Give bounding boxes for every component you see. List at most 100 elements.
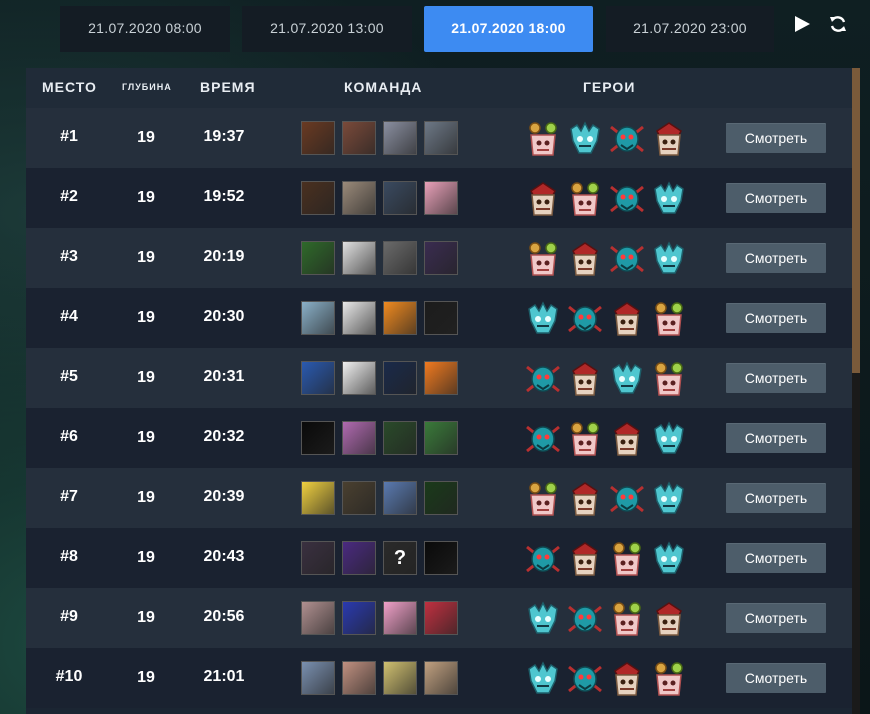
scrollbar-thumb[interactable] xyxy=(852,68,860,373)
player-avatar[interactable] xyxy=(383,661,417,695)
table-row: #2 19 19:52 Смотреть xyxy=(26,168,852,228)
header-heroes: ГЕРОИ xyxy=(583,79,636,95)
table-row: #5 19 20:31 Смотреть xyxy=(26,348,852,408)
table-row: #4 19 20:30 Смотреть xyxy=(26,288,852,348)
tab-date-3[interactable]: 21.07.2020 18:00 xyxy=(424,6,593,52)
shaman-icon xyxy=(649,359,689,399)
player-avatar[interactable] xyxy=(383,481,417,515)
player-avatar[interactable] xyxy=(301,361,335,395)
player-avatar[interactable] xyxy=(383,241,417,275)
player-avatar[interactable] xyxy=(424,361,458,395)
player-avatar[interactable] xyxy=(424,241,458,275)
table-row: #8 19 20:43? Смотреть xyxy=(26,528,852,588)
table-row: #3 19 20:19 Смотреть xyxy=(26,228,852,288)
refresh-icon[interactable] xyxy=(828,14,848,34)
shaman-icon xyxy=(523,479,563,519)
lich-icon xyxy=(649,179,689,219)
spider-icon xyxy=(565,599,605,639)
scrollbar[interactable] xyxy=(852,68,860,714)
player-avatar[interactable] xyxy=(424,421,458,455)
player-avatar[interactable] xyxy=(301,241,335,275)
player-avatar[interactable] xyxy=(342,601,376,635)
player-avatar[interactable] xyxy=(301,601,335,635)
header-place: МЕСТО xyxy=(42,79,97,95)
time-cell: 20:19 xyxy=(203,248,245,265)
depth-cell: 19 xyxy=(137,309,155,326)
header-team: КОМАНДА xyxy=(344,79,423,95)
player-avatar[interactable] xyxy=(342,481,376,515)
player-avatar[interactable] xyxy=(342,541,376,575)
watch-button[interactable]: Смотреть xyxy=(726,123,826,153)
player-avatar[interactable] xyxy=(383,301,417,335)
watch-button[interactable]: Смотреть xyxy=(726,183,826,213)
place-cell: #2 xyxy=(60,188,78,205)
unknown-avatar-icon: ? xyxy=(393,547,407,569)
player-avatar[interactable] xyxy=(301,301,335,335)
header-time: ВРЕМЯ xyxy=(200,79,256,95)
shaman-red-icon xyxy=(607,659,647,699)
player-avatar[interactable] xyxy=(424,301,458,335)
tab-date-2[interactable]: 21.07.2020 13:00 xyxy=(242,6,412,52)
spider-icon xyxy=(607,119,647,159)
player-avatar[interactable] xyxy=(424,481,458,515)
time-cell: 20:32 xyxy=(203,428,245,445)
player-avatar[interactable] xyxy=(342,421,376,455)
player-avatar[interactable] xyxy=(424,541,458,575)
time-cell: 21:01 xyxy=(203,668,245,685)
player-avatar[interactable] xyxy=(342,121,376,155)
player-avatar[interactable] xyxy=(342,361,376,395)
lich-icon xyxy=(649,419,689,459)
shaman-red-icon xyxy=(649,119,689,159)
player-avatar[interactable] xyxy=(301,661,335,695)
player-avatar[interactable] xyxy=(383,181,417,215)
player-avatar[interactable] xyxy=(301,481,335,515)
depth-cell: 19 xyxy=(137,129,155,146)
player-avatar[interactable] xyxy=(424,181,458,215)
table-row: #7 19 20:39 Смотреть xyxy=(26,468,852,528)
shaman-red-icon xyxy=(565,479,605,519)
player-avatar[interactable] xyxy=(301,181,335,215)
player-avatar[interactable] xyxy=(342,301,376,335)
spider-icon xyxy=(523,419,563,459)
watch-button[interactable]: Смотреть xyxy=(726,243,826,273)
header-depth: ГЛУБИНА xyxy=(122,82,172,92)
time-cell: 20:30 xyxy=(203,308,245,325)
player-avatar[interactable] xyxy=(383,421,417,455)
watch-button[interactable]: Смотреть xyxy=(726,423,826,453)
tab-date-1[interactable]: 21.07.2020 08:00 xyxy=(60,6,230,52)
place-cell: #10 xyxy=(55,668,83,685)
depth-cell: 19 xyxy=(137,429,155,446)
play-icon[interactable] xyxy=(792,14,812,34)
player-avatar[interactable] xyxy=(342,241,376,275)
player-avatar[interactable] xyxy=(342,181,376,215)
player-avatar[interactable] xyxy=(383,361,417,395)
watch-button[interactable]: Смотреть xyxy=(726,543,826,573)
time-cell: 19:52 xyxy=(203,188,245,205)
watch-button[interactable]: Смотреть xyxy=(726,603,826,633)
player-avatar[interactable]: ? xyxy=(383,541,417,575)
table-row: #1 19 19:37 Смотреть xyxy=(26,108,852,168)
watch-button[interactable]: Смотреть xyxy=(726,483,826,513)
player-avatar[interactable] xyxy=(342,661,376,695)
depth-cell: 19 xyxy=(137,489,155,506)
table-row: #6 19 20:32 Смотреть xyxy=(26,408,852,468)
player-avatar[interactable] xyxy=(424,661,458,695)
depth-cell: 19 xyxy=(137,249,155,266)
player-avatar[interactable] xyxy=(301,421,335,455)
time-cell: 19:37 xyxy=(203,128,245,145)
player-avatar[interactable] xyxy=(424,121,458,155)
lich-icon xyxy=(649,539,689,579)
lich-icon xyxy=(607,359,647,399)
player-avatar[interactable] xyxy=(301,121,335,155)
tab-date-4[interactable]: 21.07.2020 23:00 xyxy=(606,6,774,52)
player-avatar[interactable] xyxy=(424,601,458,635)
watch-button[interactable]: Смотреть xyxy=(726,303,826,333)
shaman-red-icon xyxy=(565,539,605,579)
shaman-icon xyxy=(565,179,605,219)
time-cell: 20:31 xyxy=(203,368,245,385)
watch-button[interactable]: Смотреть xyxy=(726,363,826,393)
player-avatar[interactable] xyxy=(383,121,417,155)
player-avatar[interactable] xyxy=(301,541,335,575)
watch-button[interactable]: Смотреть xyxy=(726,663,826,693)
player-avatar[interactable] xyxy=(383,601,417,635)
